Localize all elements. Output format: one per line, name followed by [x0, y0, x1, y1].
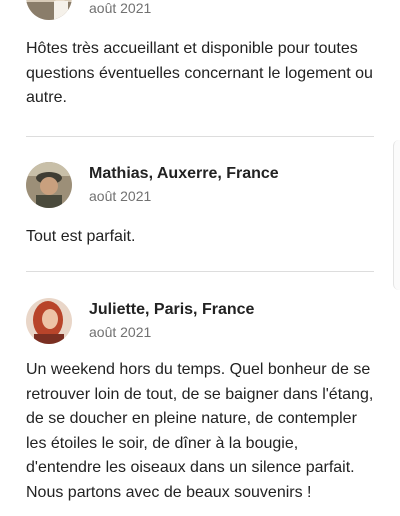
review-date: août 2021: [89, 324, 152, 340]
review-header: Mathias, Auxerre, France août 2021: [26, 162, 374, 210]
scrollbar[interactable]: [393, 140, 400, 290]
reviewer-name: Mathias, Auxerre, France: [89, 165, 279, 182]
review-date: août 2021: [89, 188, 152, 204]
review-header: août 2021: [26, 0, 374, 22]
review-item: Mathias, Auxerre, France août 2021 Tout …: [26, 162, 374, 250]
avatar[interactable]: [26, 162, 72, 208]
review-text: Un weekend hors du temps. Quel bonheur d…: [26, 361, 374, 501]
avatar[interactable]: [26, 0, 72, 20]
review-item: août 2021 Hôtes très accueillant et disp…: [26, 0, 374, 111]
review-date: août 2021: [89, 0, 152, 16]
review-text: Hôtes très accueillant et disponible pou…: [26, 40, 373, 106]
review-item: Juliette, Paris, France août 2021 Un wee…: [26, 298, 374, 505]
review-header: Juliette, Paris, France août 2021: [26, 298, 374, 346]
reviewer-name: Juliette, Paris, France: [89, 301, 255, 318]
avatar[interactable]: [26, 298, 72, 344]
review-text: Tout est parfait.: [26, 228, 136, 245]
divider: [26, 136, 374, 137]
divider: [26, 271, 374, 272]
